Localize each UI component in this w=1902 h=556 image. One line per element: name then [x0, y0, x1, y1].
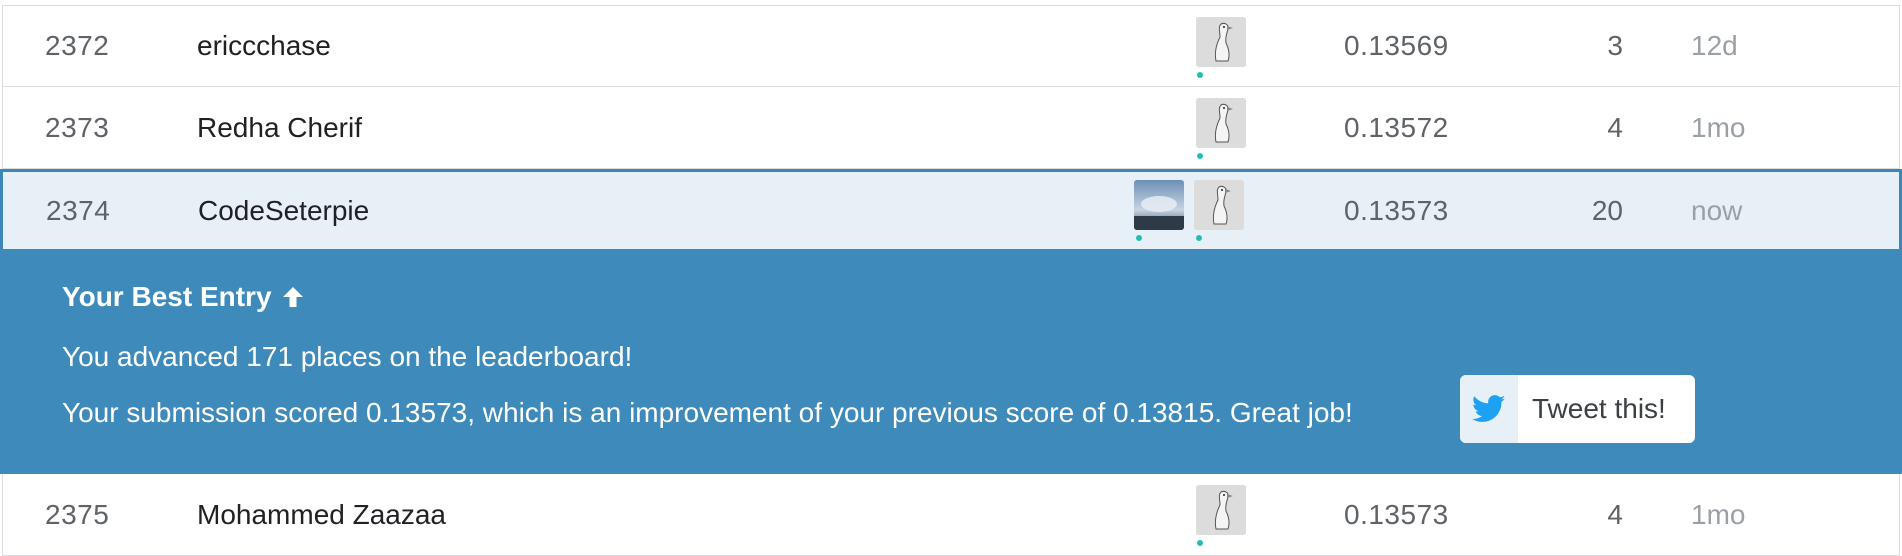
goose-avatar[interactable] — [1196, 485, 1246, 535]
leaderboard-row[interactable]: 2375 Mohammed Zaazaa 0.13573 4 1mo — [2, 474, 1900, 556]
goose-avatar[interactable] — [1194, 180, 1244, 230]
last-submission: now — [1691, 194, 1743, 226]
rank: 2372 — [45, 30, 110, 61]
tweet-button[interactable]: Tweet this! — [1460, 375, 1695, 443]
online-indicator — [1197, 72, 1203, 78]
team-name[interactable]: Redha Cherif — [197, 87, 362, 168]
rank: 2374 — [46, 194, 111, 226]
last-submission: 12d — [1691, 30, 1738, 61]
leaderboard-row[interactable]: 2373 Redha Cherif 0.13572 4 1mo — [2, 87, 1900, 169]
rank: 2375 — [45, 498, 110, 530]
team-name[interactable]: Mohammed Zaazaa — [197, 474, 446, 555]
online-indicator — [1196, 235, 1202, 241]
rank: 2373 — [45, 111, 110, 143]
best-entry-title-text: Your Best Entry — [62, 281, 272, 312]
entries: 4 — [1607, 498, 1623, 530]
team-name[interactable]: CodeSeterpie — [198, 172, 369, 249]
advanced-message: You advanced 171 places on the leaderboa… — [62, 341, 633, 372]
goose-avatar[interactable] — [1196, 98, 1246, 148]
leaderboard-row-current-user[interactable]: 2374 CodeSeterpie 0.13573 20 now — [0, 169, 1902, 249]
sky-photo-avatar[interactable] — [1134, 180, 1184, 230]
entries: 4 — [1607, 111, 1623, 143]
goose-avatar[interactable] — [1196, 17, 1246, 67]
score: 0.13573 — [1344, 498, 1449, 530]
online-indicator — [1197, 540, 1203, 546]
score-message: Your submission scored 0.13573, which is… — [62, 397, 1353, 428]
tweet-button-label: Tweet this! — [1532, 393, 1666, 424]
twitter-bird-icon — [1460, 375, 1518, 443]
team-name[interactable]: ericcchase — [197, 6, 331, 86]
online-indicator — [1197, 153, 1203, 159]
score: 0.13572 — [1344, 111, 1449, 143]
best-entry-banner: Your Best Entry You advanced 171 places … — [0, 249, 1902, 474]
last-submission: 1mo — [1691, 498, 1746, 530]
score: 0.13569 — [1344, 30, 1449, 61]
arrow-up-icon — [280, 284, 306, 310]
best-entry-title: Your Best Entry — [62, 281, 306, 313]
online-indicator — [1136, 235, 1142, 241]
score: 0.13573 — [1344, 194, 1449, 226]
last-submission: 1mo — [1691, 111, 1746, 143]
leaderboard: 2372 ericcchase 0.13569 3 12d 2373 Redha… — [0, 0, 1902, 556]
leaderboard-row[interactable]: 2372 ericcchase 0.13569 3 12d — [2, 5, 1900, 87]
entries: 20 — [1591, 194, 1623, 226]
entries: 3 — [1607, 30, 1623, 61]
